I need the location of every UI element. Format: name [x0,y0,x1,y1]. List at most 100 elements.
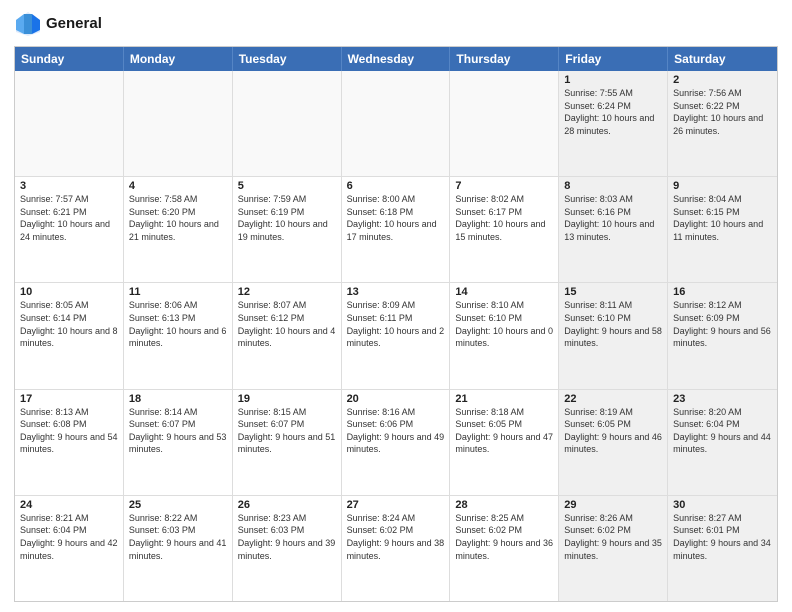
day-number: 11 [129,286,227,298]
day-info: Sunrise: 7:58 AM Sunset: 6:20 PM Dayligh… [129,193,227,243]
day-info: Sunrise: 8:00 AM Sunset: 6:18 PM Dayligh… [347,193,445,243]
day-number: 15 [564,286,662,298]
calendar-row-4: 24Sunrise: 8:21 AM Sunset: 6:04 PM Dayli… [15,496,777,601]
day-cell-7: 7Sunrise: 8:02 AM Sunset: 6:17 PM Daylig… [450,177,559,282]
day-info: Sunrise: 8:04 AM Sunset: 6:15 PM Dayligh… [673,193,772,243]
weekday-header-friday: Friday [559,47,668,71]
day-info: Sunrise: 8:27 AM Sunset: 6:01 PM Dayligh… [673,512,772,562]
logo-icon [14,10,42,38]
day-info: Sunrise: 8:02 AM Sunset: 6:17 PM Dayligh… [455,193,553,243]
weekday-header-wednesday: Wednesday [342,47,451,71]
day-cell-10: 10Sunrise: 8:05 AM Sunset: 6:14 PM Dayli… [15,283,124,388]
day-cell-8: 8Sunrise: 8:03 AM Sunset: 6:16 PM Daylig… [559,177,668,282]
day-number: 21 [455,393,553,405]
empty-cell [124,71,233,176]
day-info: Sunrise: 8:25 AM Sunset: 6:02 PM Dayligh… [455,512,553,562]
day-cell-24: 24Sunrise: 8:21 AM Sunset: 6:04 PM Dayli… [15,496,124,601]
day-info: Sunrise: 8:15 AM Sunset: 6:07 PM Dayligh… [238,406,336,456]
day-number: 16 [673,286,772,298]
day-cell-4: 4Sunrise: 7:58 AM Sunset: 6:20 PM Daylig… [124,177,233,282]
day-number: 14 [455,286,553,298]
day-number: 17 [20,393,118,405]
day-cell-15: 15Sunrise: 8:11 AM Sunset: 6:10 PM Dayli… [559,283,668,388]
weekday-header-sunday: Sunday [15,47,124,71]
day-info: Sunrise: 8:22 AM Sunset: 6:03 PM Dayligh… [129,512,227,562]
empty-cell [15,71,124,176]
day-number: 8 [564,180,662,192]
day-cell-3: 3Sunrise: 7:57 AM Sunset: 6:21 PM Daylig… [15,177,124,282]
day-cell-18: 18Sunrise: 8:14 AM Sunset: 6:07 PM Dayli… [124,390,233,495]
calendar-row-1: 3Sunrise: 7:57 AM Sunset: 6:21 PM Daylig… [15,177,777,283]
day-cell-30: 30Sunrise: 8:27 AM Sunset: 6:01 PM Dayli… [668,496,777,601]
day-cell-9: 9Sunrise: 8:04 AM Sunset: 6:15 PM Daylig… [668,177,777,282]
day-info: Sunrise: 8:11 AM Sunset: 6:10 PM Dayligh… [564,299,662,349]
day-cell-14: 14Sunrise: 8:10 AM Sunset: 6:10 PM Dayli… [450,283,559,388]
day-cell-23: 23Sunrise: 8:20 AM Sunset: 6:04 PM Dayli… [668,390,777,495]
day-number: 3 [20,180,118,192]
day-number: 10 [20,286,118,298]
day-number: 24 [20,499,118,511]
header: General [14,10,778,38]
day-info: Sunrise: 8:10 AM Sunset: 6:10 PM Dayligh… [455,299,553,349]
day-cell-20: 20Sunrise: 8:16 AM Sunset: 6:06 PM Dayli… [342,390,451,495]
day-info: Sunrise: 8:05 AM Sunset: 6:14 PM Dayligh… [20,299,118,349]
day-cell-17: 17Sunrise: 8:13 AM Sunset: 6:08 PM Dayli… [15,390,124,495]
day-info: Sunrise: 7:55 AM Sunset: 6:24 PM Dayligh… [564,87,662,137]
page: General SundayMondayTuesdayWednesdayThur… [0,0,792,612]
day-info: Sunrise: 8:16 AM Sunset: 6:06 PM Dayligh… [347,406,445,456]
day-number: 6 [347,180,445,192]
weekday-header-tuesday: Tuesday [233,47,342,71]
day-number: 27 [347,499,445,511]
day-info: Sunrise: 8:14 AM Sunset: 6:07 PM Dayligh… [129,406,227,456]
day-info: Sunrise: 8:26 AM Sunset: 6:02 PM Dayligh… [564,512,662,562]
day-number: 23 [673,393,772,405]
day-cell-11: 11Sunrise: 8:06 AM Sunset: 6:13 PM Dayli… [124,283,233,388]
day-number: 1 [564,74,662,86]
day-number: 7 [455,180,553,192]
day-cell-16: 16Sunrise: 8:12 AM Sunset: 6:09 PM Dayli… [668,283,777,388]
day-info: Sunrise: 7:59 AM Sunset: 6:19 PM Dayligh… [238,193,336,243]
day-info: Sunrise: 8:19 AM Sunset: 6:05 PM Dayligh… [564,406,662,456]
day-info: Sunrise: 8:09 AM Sunset: 6:11 PM Dayligh… [347,299,445,349]
weekday-header-monday: Monday [124,47,233,71]
day-info: Sunrise: 8:20 AM Sunset: 6:04 PM Dayligh… [673,406,772,456]
day-cell-25: 25Sunrise: 8:22 AM Sunset: 6:03 PM Dayli… [124,496,233,601]
empty-cell [450,71,559,176]
day-number: 26 [238,499,336,511]
day-cell-26: 26Sunrise: 8:23 AM Sunset: 6:03 PM Dayli… [233,496,342,601]
day-cell-13: 13Sunrise: 8:09 AM Sunset: 6:11 PM Dayli… [342,283,451,388]
day-number: 30 [673,499,772,511]
logo-text: General [46,16,102,33]
calendar-row-0: 1Sunrise: 7:55 AM Sunset: 6:24 PM Daylig… [15,71,777,177]
calendar-row-3: 17Sunrise: 8:13 AM Sunset: 6:08 PM Dayli… [15,390,777,496]
day-number: 18 [129,393,227,405]
day-cell-29: 29Sunrise: 8:26 AM Sunset: 6:02 PM Dayli… [559,496,668,601]
day-info: Sunrise: 8:06 AM Sunset: 6:13 PM Dayligh… [129,299,227,349]
day-number: 25 [129,499,227,511]
day-cell-22: 22Sunrise: 8:19 AM Sunset: 6:05 PM Dayli… [559,390,668,495]
day-info: Sunrise: 8:23 AM Sunset: 6:03 PM Dayligh… [238,512,336,562]
calendar-row-2: 10Sunrise: 8:05 AM Sunset: 6:14 PM Dayli… [15,283,777,389]
day-info: Sunrise: 8:18 AM Sunset: 6:05 PM Dayligh… [455,406,553,456]
day-cell-5: 5Sunrise: 7:59 AM Sunset: 6:19 PM Daylig… [233,177,342,282]
day-number: 12 [238,286,336,298]
day-number: 4 [129,180,227,192]
day-number: 9 [673,180,772,192]
day-cell-2: 2Sunrise: 7:56 AM Sunset: 6:22 PM Daylig… [668,71,777,176]
calendar-header: SundayMondayTuesdayWednesdayThursdayFrid… [15,47,777,71]
empty-cell [342,71,451,176]
empty-cell [233,71,342,176]
day-info: Sunrise: 8:24 AM Sunset: 6:02 PM Dayligh… [347,512,445,562]
day-number: 2 [673,74,772,86]
day-info: Sunrise: 7:56 AM Sunset: 6:22 PM Dayligh… [673,87,772,137]
day-cell-21: 21Sunrise: 8:18 AM Sunset: 6:05 PM Dayli… [450,390,559,495]
calendar-body: 1Sunrise: 7:55 AM Sunset: 6:24 PM Daylig… [15,71,777,601]
day-cell-1: 1Sunrise: 7:55 AM Sunset: 6:24 PM Daylig… [559,71,668,176]
day-info: Sunrise: 8:07 AM Sunset: 6:12 PM Dayligh… [238,299,336,349]
day-info: Sunrise: 7:57 AM Sunset: 6:21 PM Dayligh… [20,193,118,243]
day-cell-27: 27Sunrise: 8:24 AM Sunset: 6:02 PM Dayli… [342,496,451,601]
weekday-header-thursday: Thursday [450,47,559,71]
day-info: Sunrise: 8:13 AM Sunset: 6:08 PM Dayligh… [20,406,118,456]
day-info: Sunrise: 8:21 AM Sunset: 6:04 PM Dayligh… [20,512,118,562]
day-number: 5 [238,180,336,192]
